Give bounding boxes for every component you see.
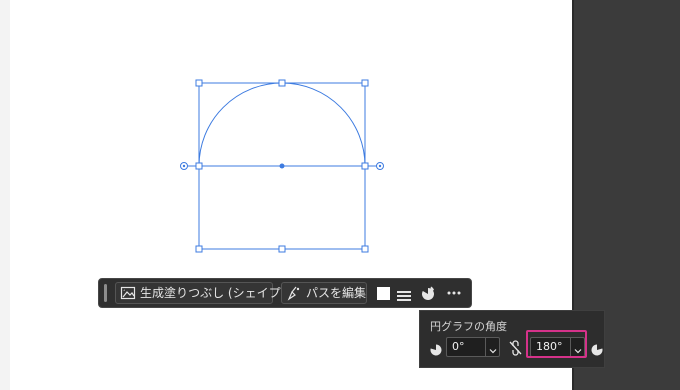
pie-widget-left-dot: [182, 164, 186, 168]
generative-fill-label: 生成塗りつぶし (シェイプ): [140, 286, 286, 300]
stroke-icon[interactable]: [397, 287, 411, 306]
fill-color-swatch[interactable]: [377, 287, 390, 300]
semicircle-path[interactable]: [198, 82, 366, 167]
more-icon[interactable]: [446, 285, 462, 305]
chevron-down-icon[interactable]: [489, 343, 497, 361]
center-point[interactable]: [279, 163, 285, 169]
start-angle-value: 0°: [452, 340, 465, 353]
unlink-icon[interactable]: [509, 340, 523, 360]
edit-path-button[interactable]: パスを編集: [281, 282, 367, 304]
pen-tool-icon: [286, 285, 302, 307]
handle-bottom-right[interactable]: [361, 245, 369, 253]
handle-top-center[interactable]: [278, 79, 286, 87]
handle-top-left[interactable]: [195, 79, 203, 87]
edit-path-label: パスを編集: [306, 286, 367, 300]
start-angle-separator: [485, 338, 486, 356]
handle-top-right[interactable]: [361, 79, 369, 87]
generative-fill-icon: [120, 285, 136, 307]
pie-widget-right-dot: [378, 164, 382, 168]
handle-bottom-center[interactable]: [278, 245, 286, 253]
end-angle-icon: [591, 341, 603, 360]
pie-chart-icon[interactable]: [421, 285, 435, 305]
handle-middle-right[interactable]: [361, 162, 369, 170]
start-angle-select[interactable]: 0°: [446, 337, 500, 357]
handle-middle-left[interactable]: [195, 162, 203, 170]
start-angle-icon: [430, 341, 442, 360]
highlight-annotation: [526, 330, 587, 358]
handle-bottom-left[interactable]: [195, 245, 203, 253]
pie-angle-title: 円グラフの角度: [430, 320, 507, 333]
drag-handle[interactable]: [104, 284, 107, 302]
contextual-task-bar: 生成塗りつぶし (シェイプ) パスを編集: [98, 278, 472, 308]
generative-fill-button[interactable]: 生成塗りつぶし (シェイプ): [115, 282, 285, 307]
